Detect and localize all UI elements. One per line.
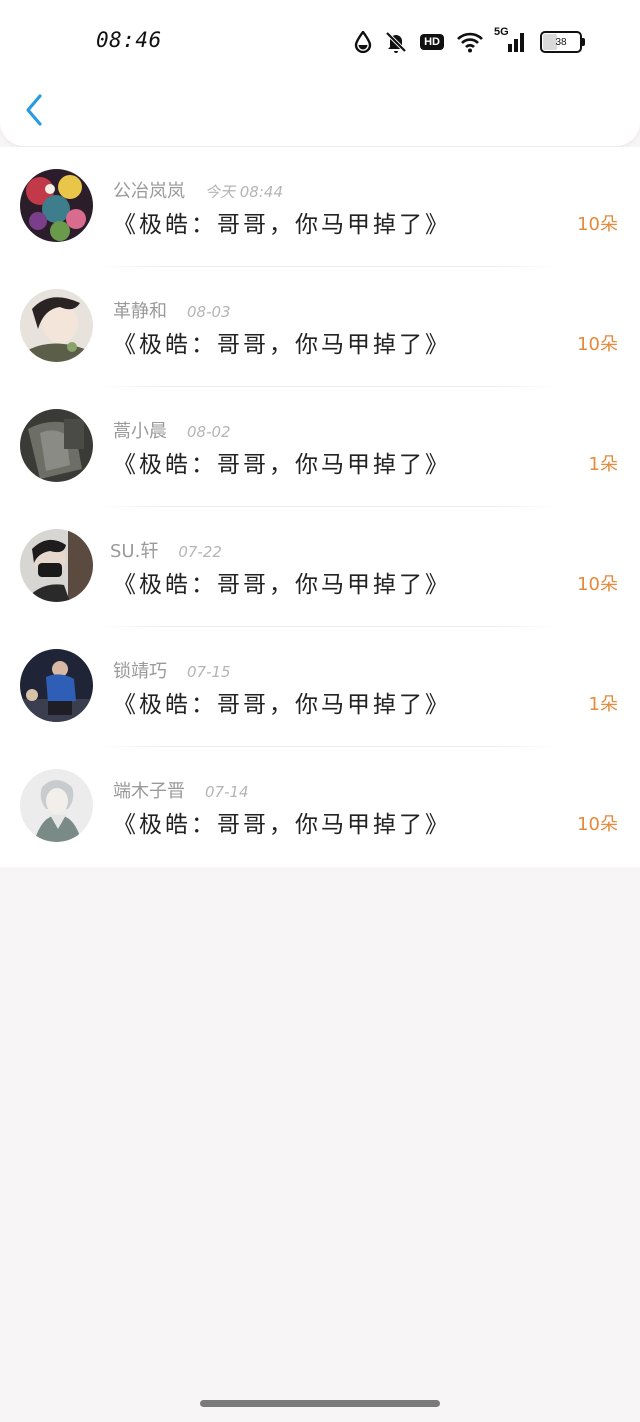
gift-record-list: 公冶岚岚 今天 08:44 《极皓：哥哥，你马甲掉了》 10朵 革静和 08-0… [0,147,640,867]
item-meta: 公冶岚岚 今天 08:44 [113,177,283,203]
sender-name: SU.轩 [110,541,159,562]
home-indicator[interactable] [200,1400,440,1407]
send-date: 08-02 [187,423,231,441]
book-title: 《极皓：哥哥，你马甲掉了》 [113,332,451,358]
status-time: 08:46 [96,28,162,52]
send-date: 08-03 [187,303,231,321]
battery-icon: 38 [540,28,585,56]
send-date: 今天 08:44 [205,183,283,201]
list-item[interactable]: SU.轩 07-22 《极皓：哥哥，你马甲掉了》 10朵 [0,507,640,627]
signal-5g-icon: 5G [494,26,528,56]
hd-icon: HD [420,28,444,56]
book-title: 《极皓：哥哥，你马甲掉了》 [113,212,451,238]
book-title: 《极皓：哥哥，你马甲掉了》 [113,452,451,478]
wifi-icon [456,28,484,56]
bell-off-icon [384,28,408,56]
book-title: 《极皓：哥哥，你马甲掉了》 [113,812,451,838]
sender-name: 锁靖巧 [113,661,167,682]
flower-count: 10朵 [577,814,618,835]
sender-name: 公冶岚岚 [113,181,185,202]
list-item[interactable]: 蒿小晨 08-02 《极皓：哥哥，你马甲掉了》 1朵 [0,387,640,507]
list-item[interactable]: 端木子晋 07-14 《极皓：哥哥，你马甲掉了》 10朵 [0,747,640,867]
network-label: 5G [494,26,509,38]
sender-name: 革静和 [113,301,167,322]
list-item[interactable]: 锁靖巧 07-15 《极皓：哥哥，你马甲掉了》 1朵 [0,627,640,747]
send-date: 07-15 [187,663,231,681]
status-icons: HD 5G 38 [354,26,585,56]
battery-level: 38 [555,36,567,48]
status-bar: 08:46 HD 5G 38 [0,0,640,80]
avatar[interactable] [20,769,93,842]
sender-name: 蒿小晨 [113,421,167,442]
back-button[interactable] [20,90,50,130]
send-date: 07-14 [205,783,249,801]
flower-count: 1朵 [588,694,618,715]
item-meta: 锁靖巧 07-15 [113,657,231,683]
avatar[interactable] [20,649,93,722]
chevron-left-icon [26,94,42,126]
avatar[interactable] [20,169,93,242]
item-meta: 蒿小晨 08-02 [113,417,231,443]
avatar[interactable] [20,529,93,602]
list-item[interactable]: 革静和 08-03 《极皓：哥哥，你马甲掉了》 10朵 [0,267,640,387]
sender-name: 端木子晋 [113,781,185,802]
avatar[interactable] [20,409,93,482]
header-bar [0,70,640,146]
flower-count: 10朵 [577,574,618,595]
item-meta: 革静和 08-03 [113,297,231,323]
drop-icon [354,28,372,56]
flower-count: 10朵 [577,334,618,355]
book-title: 《极皓：哥哥，你马甲掉了》 [113,572,451,598]
item-meta: 端木子晋 07-14 [113,777,249,803]
item-meta: SU.轩 07-22 [110,537,222,563]
flower-count: 10朵 [577,214,618,235]
send-date: 07-22 [178,543,222,561]
battery-indicator: 38 [540,31,585,53]
book-title: 《极皓：哥哥，你马甲掉了》 [113,692,451,718]
avatar[interactable] [20,289,93,362]
list-item[interactable]: 公冶岚岚 今天 08:44 《极皓：哥哥，你马甲掉了》 10朵 [0,147,640,267]
flower-count: 1朵 [588,454,618,475]
